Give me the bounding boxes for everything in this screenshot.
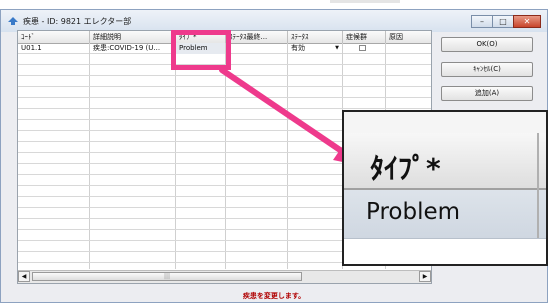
zoom-top-area — [344, 112, 546, 134]
scroll-right-icon[interactable]: ▶ — [419, 271, 431, 282]
cell-syndrome[interactable] — [343, 43, 386, 54]
column-header-cause[interactable]: 原因 — [386, 31, 431, 43]
syndrome-checkbox[interactable] — [359, 45, 366, 51]
cell-status-last[interactable] — [226, 43, 288, 54]
column-header-syndrome[interactable]: 症候群 — [343, 31, 386, 43]
zoom-header-label: ﾀｲﾌﾟ* — [370, 152, 441, 185]
minimize-icon: – — [480, 17, 484, 26]
cell-code[interactable]: U01.1 — [18, 43, 90, 54]
add-button[interactable]: 追加(A) — [441, 86, 533, 101]
scroll-left-icon[interactable]: ◀ — [18, 271, 30, 282]
column-header-code[interactable]: ｺｰﾄﾞ — [18, 31, 90, 43]
window-controls: – □ ✕ — [471, 15, 541, 28]
column-header-status[interactable]: ｽﾃｰﾀｽ — [288, 31, 343, 43]
zoom-header: ﾀｲﾌﾟ* — [344, 133, 546, 190]
title-bar: 疾患 - ID: 9821 エレクター部 – □ ✕ — [1, 10, 547, 32]
zoom-callout: ﾀｲﾌﾟ* Problem — [342, 110, 548, 266]
zoom-column-divider — [537, 133, 539, 238]
empty-row — [18, 98, 431, 109]
background-strip — [0, 0, 548, 9]
cell-status-value: 有効 — [291, 44, 305, 52]
empty-row — [18, 87, 431, 98]
empty-row — [18, 76, 431, 87]
zoom-cell-value: Problem — [366, 199, 461, 225]
maximize-icon: □ — [499, 17, 507, 26]
cell-description[interactable]: 疾患:COVID-19 (U... — [90, 43, 176, 54]
cell-cause[interactable] — [386, 43, 431, 54]
maximize-button[interactable]: □ — [492, 15, 514, 28]
zoom-bottom-area — [344, 239, 546, 264]
cancel-button[interactable]: ｷｬﾝｾﾙ(C) — [441, 62, 533, 77]
close-button[interactable]: ✕ — [513, 15, 541, 28]
ok-button[interactable]: OK(O) — [441, 37, 533, 52]
scrollbar-thumb[interactable]: ||| — [32, 272, 302, 281]
horizontal-scrollbar[interactable]: ◀ ||| ▶ — [18, 270, 431, 283]
minimize-button[interactable]: – — [471, 15, 493, 28]
column-header-status-last[interactable]: ｽﾃｰﾀｽ最終... — [226, 31, 288, 43]
status-message: 疾患を変更します。 — [242, 292, 306, 300]
zoom-cell: Problem — [344, 190, 546, 239]
close-icon: ✕ — [523, 17, 531, 26]
cell-status-select[interactable]: 有効 ▼ — [288, 43, 343, 54]
window-title: 疾患 - ID: 9821 エレクター部 — [23, 17, 132, 26]
app-icon — [8, 17, 18, 25]
column-header-description[interactable]: 詳細説明 — [90, 31, 176, 43]
chevron-down-icon[interactable]: ▼ — [335, 43, 339, 54]
type-column-highlight — [171, 30, 231, 70]
